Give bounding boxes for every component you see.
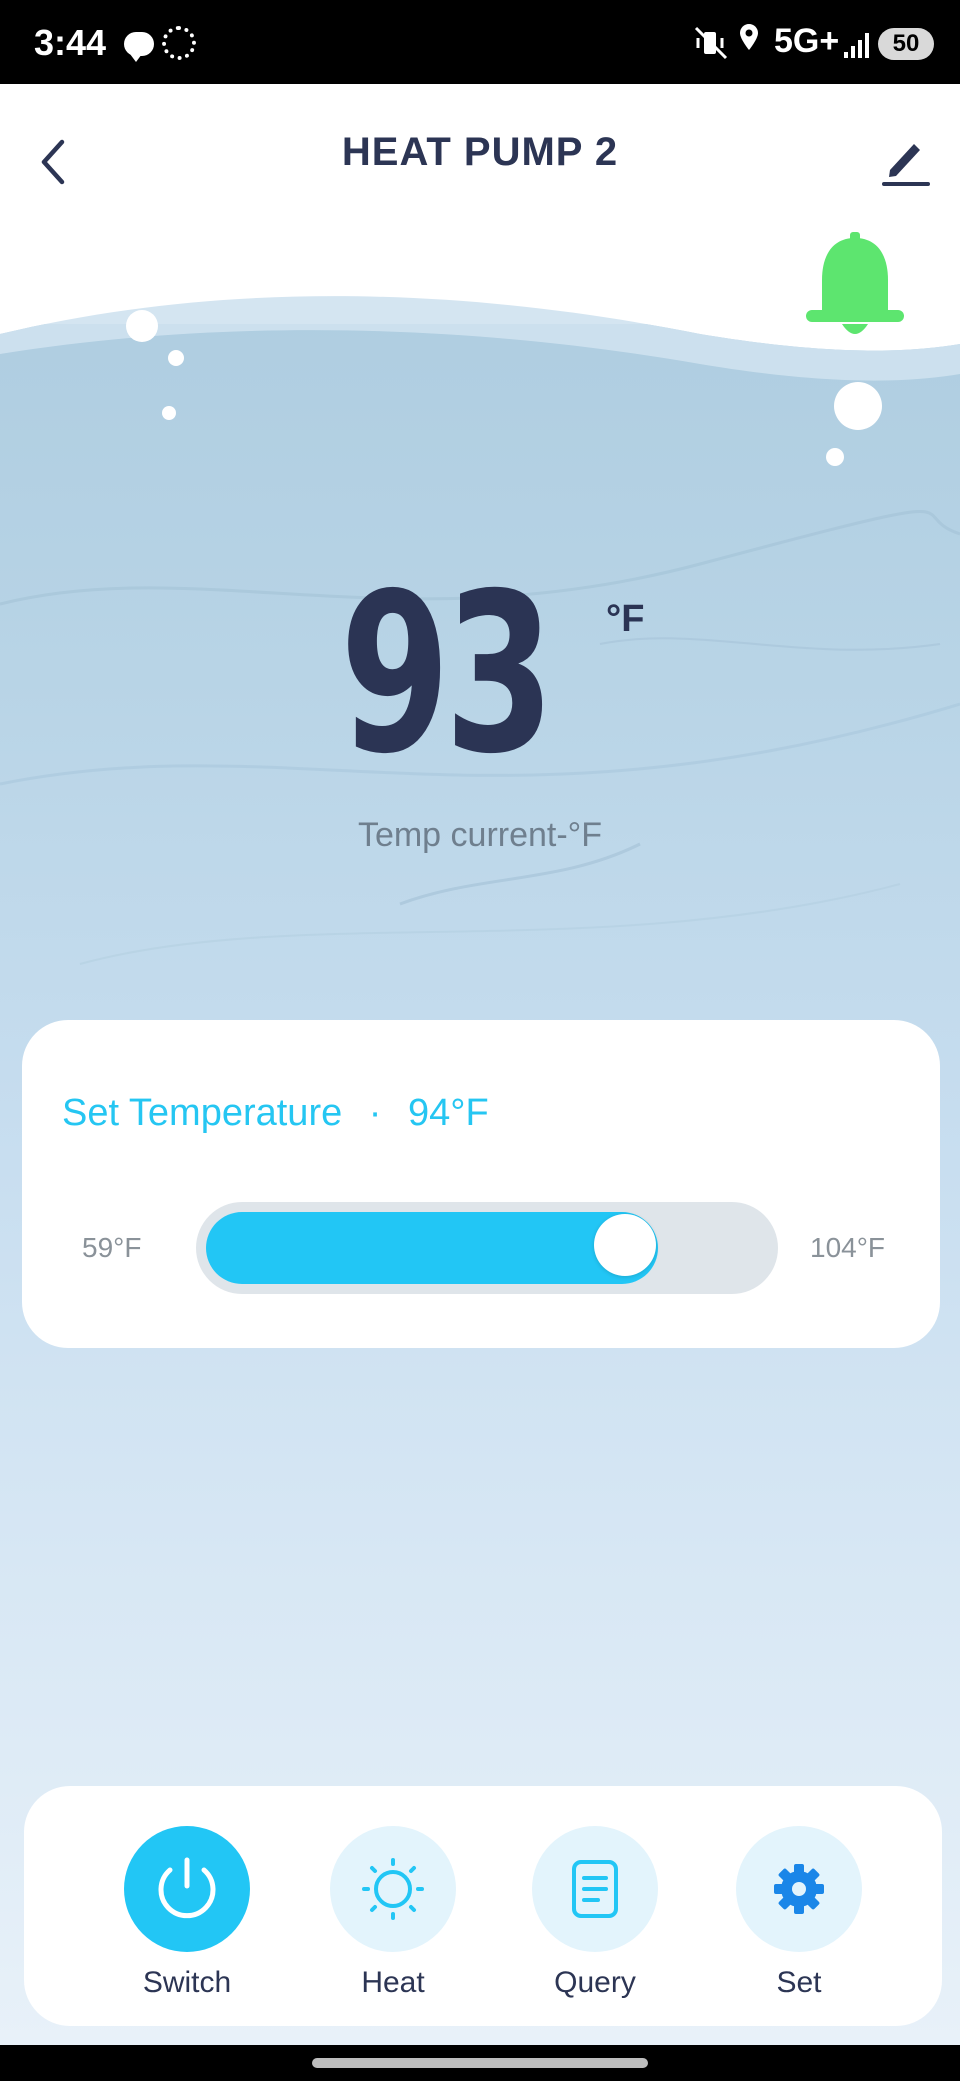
network-type: 5G+: [774, 22, 840, 60]
page-title: HEAT PUMP 2: [341, 130, 619, 174]
current-temperature-unit: °F: [606, 598, 645, 640]
set-temperature-heading: Set Temperature · 94°F: [62, 1092, 489, 1135]
power-icon: [158, 1857, 216, 1919]
query-button[interactable]: [532, 1826, 658, 1952]
edit-icon[interactable]: [880, 132, 932, 188]
heat-button[interactable]: [330, 1826, 456, 1952]
current-temperature-value: 93: [340, 546, 555, 802]
status-time: 3:44: [34, 22, 107, 63]
slider-max-label: 104°F: [810, 1232, 886, 1263]
current-temperature-label: Temp current-°F: [357, 816, 603, 854]
temperature-slider-handle[interactable]: [594, 1214, 656, 1276]
signal-app-icon: [162, 26, 196, 60]
bubble-decoration: [162, 406, 176, 420]
set-temperature-label: Set Temperature: [62, 1092, 343, 1134]
app-screen: HEAT PUMP 2 93 °F Temp current-°F Set Te…: [0, 84, 960, 2045]
home-gesture-handle[interactable]: [312, 2058, 648, 2068]
switch-label: Switch: [142, 1966, 232, 1999]
temperature-slider-fill: [206, 1212, 658, 1284]
vibrate-mute-icon: [694, 26, 728, 60]
set-temperature-value: 94°F: [408, 1092, 489, 1134]
location-icon: [740, 24, 758, 50]
status-bar: 3:44 5G+ 50: [0, 0, 960, 84]
document-icon: [572, 1860, 618, 1918]
switch-button[interactable]: [124, 1826, 250, 1952]
gear-icon: [774, 1864, 824, 1914]
separator-dot: ·: [368, 1092, 382, 1134]
bell-alarm-icon[interactable]: [804, 232, 906, 344]
bubble-decoration: [834, 382, 882, 430]
query-label: Query: [554, 1966, 636, 1999]
bubble-decoration: [126, 310, 158, 342]
set-temperature-card: [22, 1020, 940, 1348]
sun-icon: [362, 1858, 424, 1920]
battery-indicator: 50: [878, 28, 934, 60]
set-label: Set: [776, 1966, 822, 1999]
bubble-decoration: [826, 448, 844, 466]
slider-min-label: 59°F: [82, 1232, 142, 1263]
set-button[interactable]: [736, 1826, 862, 1952]
bubble-decoration: [168, 350, 184, 366]
chat-notification-icon: [124, 32, 154, 62]
heat-label: Heat: [361, 1966, 425, 1999]
signal-bars-icon: [844, 33, 869, 58]
